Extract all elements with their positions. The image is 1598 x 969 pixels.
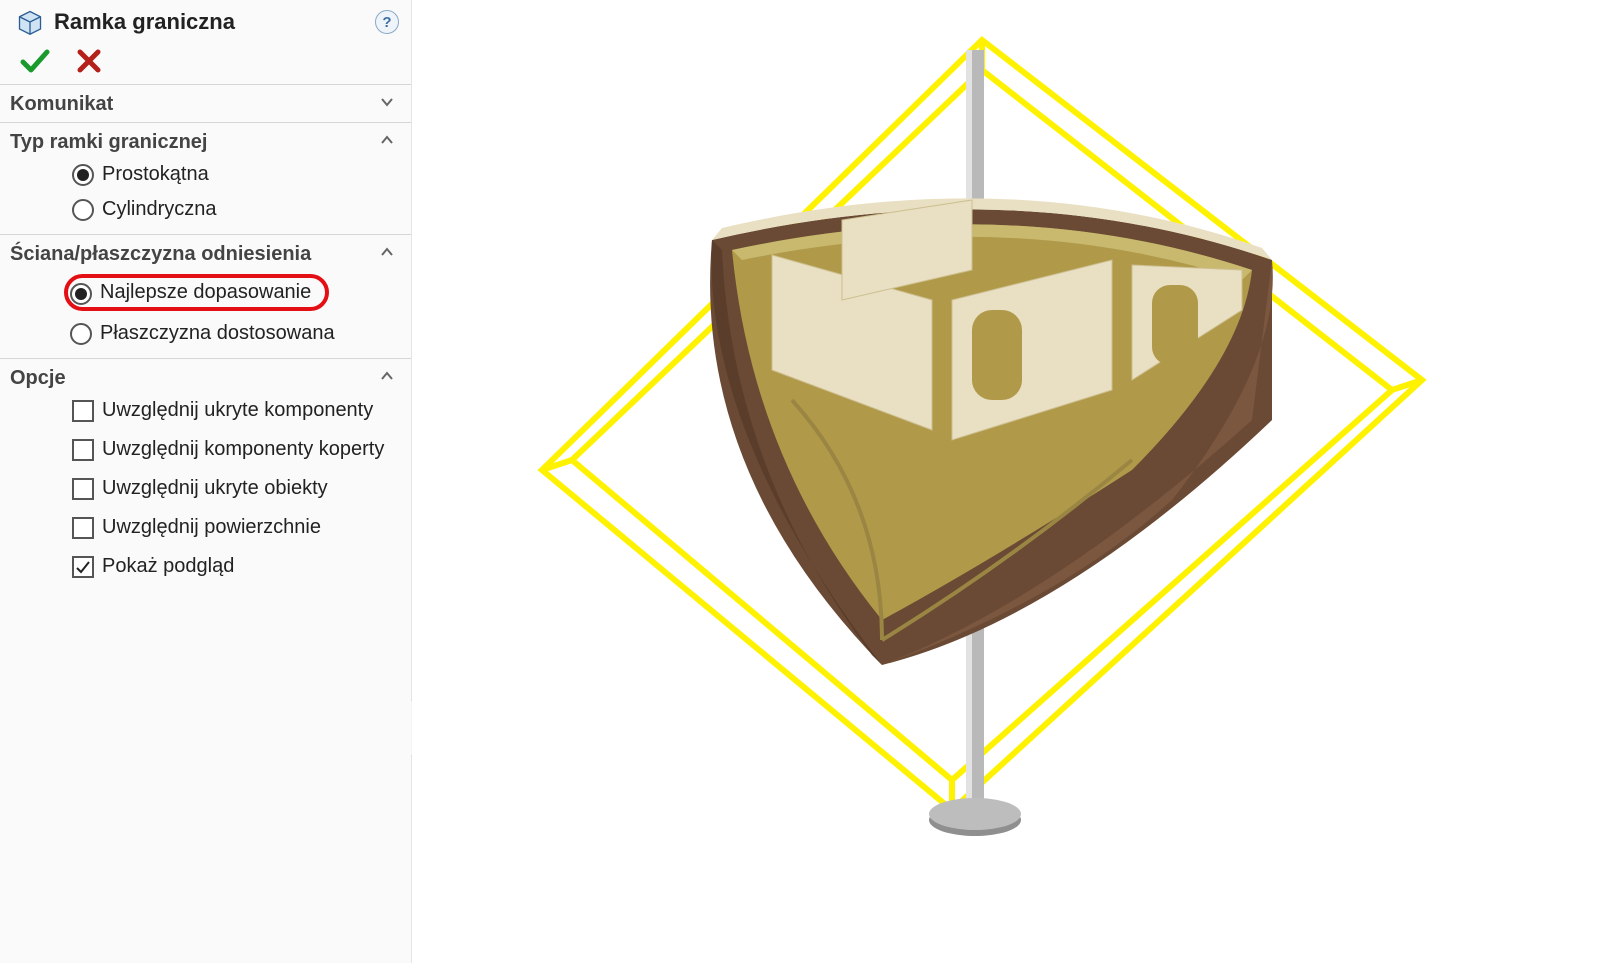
- chevron-up-icon: [379, 244, 395, 265]
- chevron-up-icon: [379, 368, 395, 389]
- section-body-typ: Prostokątna Cylindryczna: [0, 160, 411, 234]
- radio-najlepsze-dopasowanie[interactable]: Najlepsze dopasowanie: [64, 272, 395, 313]
- chevron-down-icon: [379, 94, 395, 115]
- section-sciana: Ściana/płaszczyzna odniesienia Najlepsze…: [0, 234, 411, 358]
- checkbox-icon: [72, 400, 94, 422]
- highlight-ring: Najlepsze dopasowanie: [64, 274, 329, 311]
- check-ukryte-obiekty[interactable]: Uwzględnij ukryte obiekty: [72, 474, 395, 503]
- check-label: Uwzględnij powierzchnie: [102, 515, 321, 540]
- accept-button[interactable]: [20, 48, 50, 74]
- check-label: Uwzględnij ukryte obiekty: [102, 476, 328, 501]
- cancel-button[interactable]: [76, 48, 102, 74]
- radio-label: Płaszczyzna dostosowana: [100, 321, 335, 346]
- section-title: Typ ramki granicznej: [10, 131, 207, 154]
- panel-header: Ramka graniczna ?: [0, 0, 411, 42]
- viewport-3d[interactable]: [412, 0, 1598, 963]
- section-header-opcje[interactable]: Opcje: [0, 359, 411, 396]
- model-preview: [412, 0, 1598, 963]
- check-ukryte-komponenty[interactable]: Uwzględnij ukryte komponenty: [72, 396, 395, 425]
- radio-icon: [72, 199, 94, 221]
- section-body-opcje: Uwzględnij ukryte komponenty Uwzględnij …: [0, 396, 411, 591]
- section-komunikat: Komunikat: [0, 84, 411, 122]
- checkbox-icon: [72, 517, 94, 539]
- property-panel: Ramka graniczna ? Komunikat Typ ramki gr…: [0, 0, 412, 963]
- check-pokaz-podglad[interactable]: Pokaż podgląd: [72, 552, 395, 581]
- section-typ: Typ ramki granicznej Prostokątna Cylindr…: [0, 122, 411, 234]
- confirm-row: [0, 42, 411, 84]
- section-title: Opcje: [10, 367, 66, 390]
- panel-title: Ramka graniczna: [54, 9, 365, 35]
- help-icon[interactable]: ?: [375, 10, 399, 34]
- section-title: Komunikat: [10, 93, 113, 116]
- section-title: Ściana/płaszczyzna odniesienia: [10, 243, 311, 266]
- radio-label: Prostokątna: [102, 162, 209, 187]
- radio-label: Cylindryczna: [102, 197, 216, 222]
- radio-label: Najlepsze dopasowanie: [100, 280, 311, 305]
- radio-prostokatna[interactable]: Prostokątna: [72, 160, 395, 189]
- section-header-komunikat[interactable]: Komunikat: [0, 85, 411, 122]
- check-label: Uwzględnij komponenty koperty: [102, 437, 384, 462]
- radio-plaszczyzna-dostosowana[interactable]: Płaszczyzna dostosowana: [64, 319, 395, 348]
- check-label: Pokaż podgląd: [102, 554, 234, 579]
- section-header-sciana[interactable]: Ściana/płaszczyzna odniesienia: [0, 235, 411, 272]
- check-label: Uwzględnij ukryte komponenty: [102, 398, 373, 423]
- checkbox-icon: [72, 556, 94, 578]
- check-powierzchnie[interactable]: Uwzględnij powierzchnie: [72, 513, 395, 542]
- section-opcje: Opcje Uwzględnij ukryte komponenty Uwzgl…: [0, 358, 411, 591]
- radio-icon: [72, 164, 94, 186]
- checkbox-icon: [72, 439, 94, 461]
- bounding-box-icon: [16, 8, 44, 36]
- chevron-up-icon: [379, 132, 395, 153]
- section-body-sciana: Najlepsze dopasowanie Płaszczyzna dostos…: [0, 272, 411, 358]
- check-komponenty-koperty[interactable]: Uwzględnij komponenty koperty: [72, 435, 395, 464]
- section-header-typ[interactable]: Typ ramki granicznej: [0, 123, 411, 160]
- checkbox-icon: [72, 478, 94, 500]
- radio-icon: [70, 283, 92, 305]
- radio-cylindryczna[interactable]: Cylindryczna: [72, 195, 395, 224]
- radio-icon: [70, 323, 92, 345]
